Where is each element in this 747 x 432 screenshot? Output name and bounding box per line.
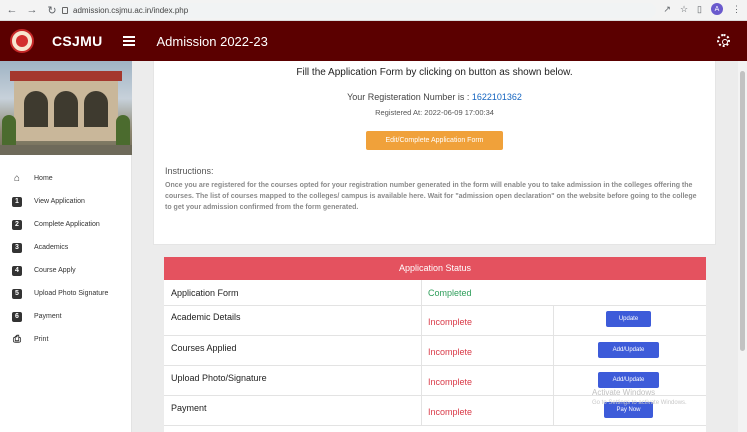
- table-row: Courses Applied Incomplete Add/Update: [164, 336, 706, 366]
- step-5-icon: 5: [12, 288, 22, 299]
- campus-gate-image: [0, 61, 132, 155]
- share-icon[interactable]: ↗: [663, 4, 671, 15]
- home-icon: ⌂: [13, 173, 21, 184]
- url-text: admission.csjmu.ac.in/index.php: [73, 6, 189, 15]
- profile-avatar[interactable]: A: [711, 3, 723, 15]
- sidebar-item-label: Academics: [34, 244, 69, 251]
- menu-kebab-icon[interactable]: ⋮: [732, 4, 741, 15]
- back-icon[interactable]: ←: [4, 2, 20, 18]
- step-2-icon: 2: [12, 219, 22, 230]
- registration-number-line: Your Registeration Number is : 162210136…: [154, 92, 715, 102]
- row-label: Upload Photo/Signature: [171, 373, 267, 383]
- registered-at: Registered At: 2022-06-09 17:00:34: [375, 108, 494, 117]
- scrollbar-thumb[interactable]: [740, 71, 745, 351]
- sidebar-item-payment[interactable]: 6 Payment: [0, 305, 131, 328]
- university-logo: [10, 29, 34, 53]
- table-row: Academic Details Incomplete Update: [164, 306, 706, 336]
- status-badge: Incomplete: [428, 377, 473, 387]
- sidebar-item-upload-photo-signature[interactable]: 5 Upload Photo Signature: [0, 282, 131, 305]
- bookmark-star-icon[interactable]: ☆: [680, 4, 688, 15]
- address-bar[interactable]: admission.csjmu.ac.in/index.php: [56, 3, 656, 18]
- row-label: Courses Applied: [171, 343, 237, 353]
- sidebar-item-label: Complete Application: [34, 221, 100, 228]
- sidebar: ⌂ Home 1 View Application 2 Complete App…: [0, 61, 132, 432]
- windows-activation-watermark: Activate Windows: [592, 388, 656, 397]
- sidebar-item-label: Payment: [34, 313, 62, 320]
- row-label: Application Form: [171, 288, 239, 298]
- sidebar-item-label: Home: [34, 175, 53, 182]
- sidebar-item-label: View Application: [34, 198, 85, 205]
- row-label: Academic Details: [171, 312, 241, 322]
- sidebar-item-home[interactable]: ⌂ Home: [0, 167, 131, 190]
- sidebar-item-complete-application[interactable]: 2 Complete Application: [0, 213, 131, 236]
- forward-icon[interactable]: →: [24, 2, 40, 18]
- status-table-heading: Application Status: [164, 257, 706, 280]
- status-badge: Incomplete: [428, 407, 473, 417]
- sidebar-item-view-application[interactable]: 1 View Application: [0, 190, 131, 213]
- registration-card: Fill the Application Form by clicking on…: [153, 61, 716, 245]
- page-scrollbar[interactable]: [738, 61, 747, 432]
- brand-name: CSJMU: [52, 33, 103, 49]
- update-academic-button[interactable]: Update: [606, 311, 651, 327]
- step-1-icon: 1: [12, 196, 22, 207]
- settings-gear-icon[interactable]: [717, 34, 730, 47]
- sidebar-item-label: Course Apply: [34, 267, 76, 274]
- page-title: Admission 2022-23: [156, 33, 268, 49]
- status-badge: Incomplete: [428, 347, 473, 357]
- windows-activation-hint: Go to Settings to activate Windows.: [592, 400, 687, 406]
- add-update-photo-button[interactable]: Add/Update: [598, 372, 659, 388]
- table-row: Application Form Completed: [164, 280, 706, 306]
- step-6-icon: 6: [12, 311, 22, 322]
- print-icon: ⎙: [13, 334, 21, 345]
- sidebar-item-academics[interactable]: 3 Academics: [0, 236, 131, 259]
- sidebar-item-label: Upload Photo Signature: [34, 290, 109, 297]
- add-update-courses-button[interactable]: Add/Update: [598, 342, 659, 358]
- sidebar-item-label: Print: [34, 336, 49, 343]
- instructions-text: Once you are registered for the courses …: [165, 182, 697, 211]
- sidebar-menu: ⌂ Home 1 View Application 2 Complete App…: [0, 155, 131, 351]
- app-header: CSJMU Admission 2022-23: [0, 21, 747, 61]
- hamburger-menu-icon[interactable]: [122, 36, 135, 46]
- sidebar-item-course-apply[interactable]: 4 Course Apply: [0, 259, 131, 282]
- status-badge: Incomplete: [428, 317, 473, 327]
- edit-complete-application-button[interactable]: Edit/Complete Application Form: [366, 131, 503, 150]
- row-label: Payment: [171, 403, 207, 413]
- sidepanel-icon[interactable]: ▯: [697, 4, 702, 15]
- instructions-title: Instructions:: [165, 166, 214, 176]
- sidebar-item-print[interactable]: ⎙ Print: [0, 328, 131, 351]
- registration-number: 1622101362: [471, 92, 522, 102]
- lock-icon: [62, 7, 68, 14]
- browser-toolbar: ← → ↻ admission.csjmu.ac.in/index.php ↗ …: [0, 0, 747, 21]
- step-3-icon: 3: [12, 242, 22, 253]
- card-heading: Fill the Application Form by clicking on…: [296, 67, 573, 78]
- registration-label: Your Registeration Number is :: [347, 92, 472, 102]
- step-4-icon: 4: [12, 265, 22, 276]
- status-badge: Completed: [428, 288, 472, 298]
